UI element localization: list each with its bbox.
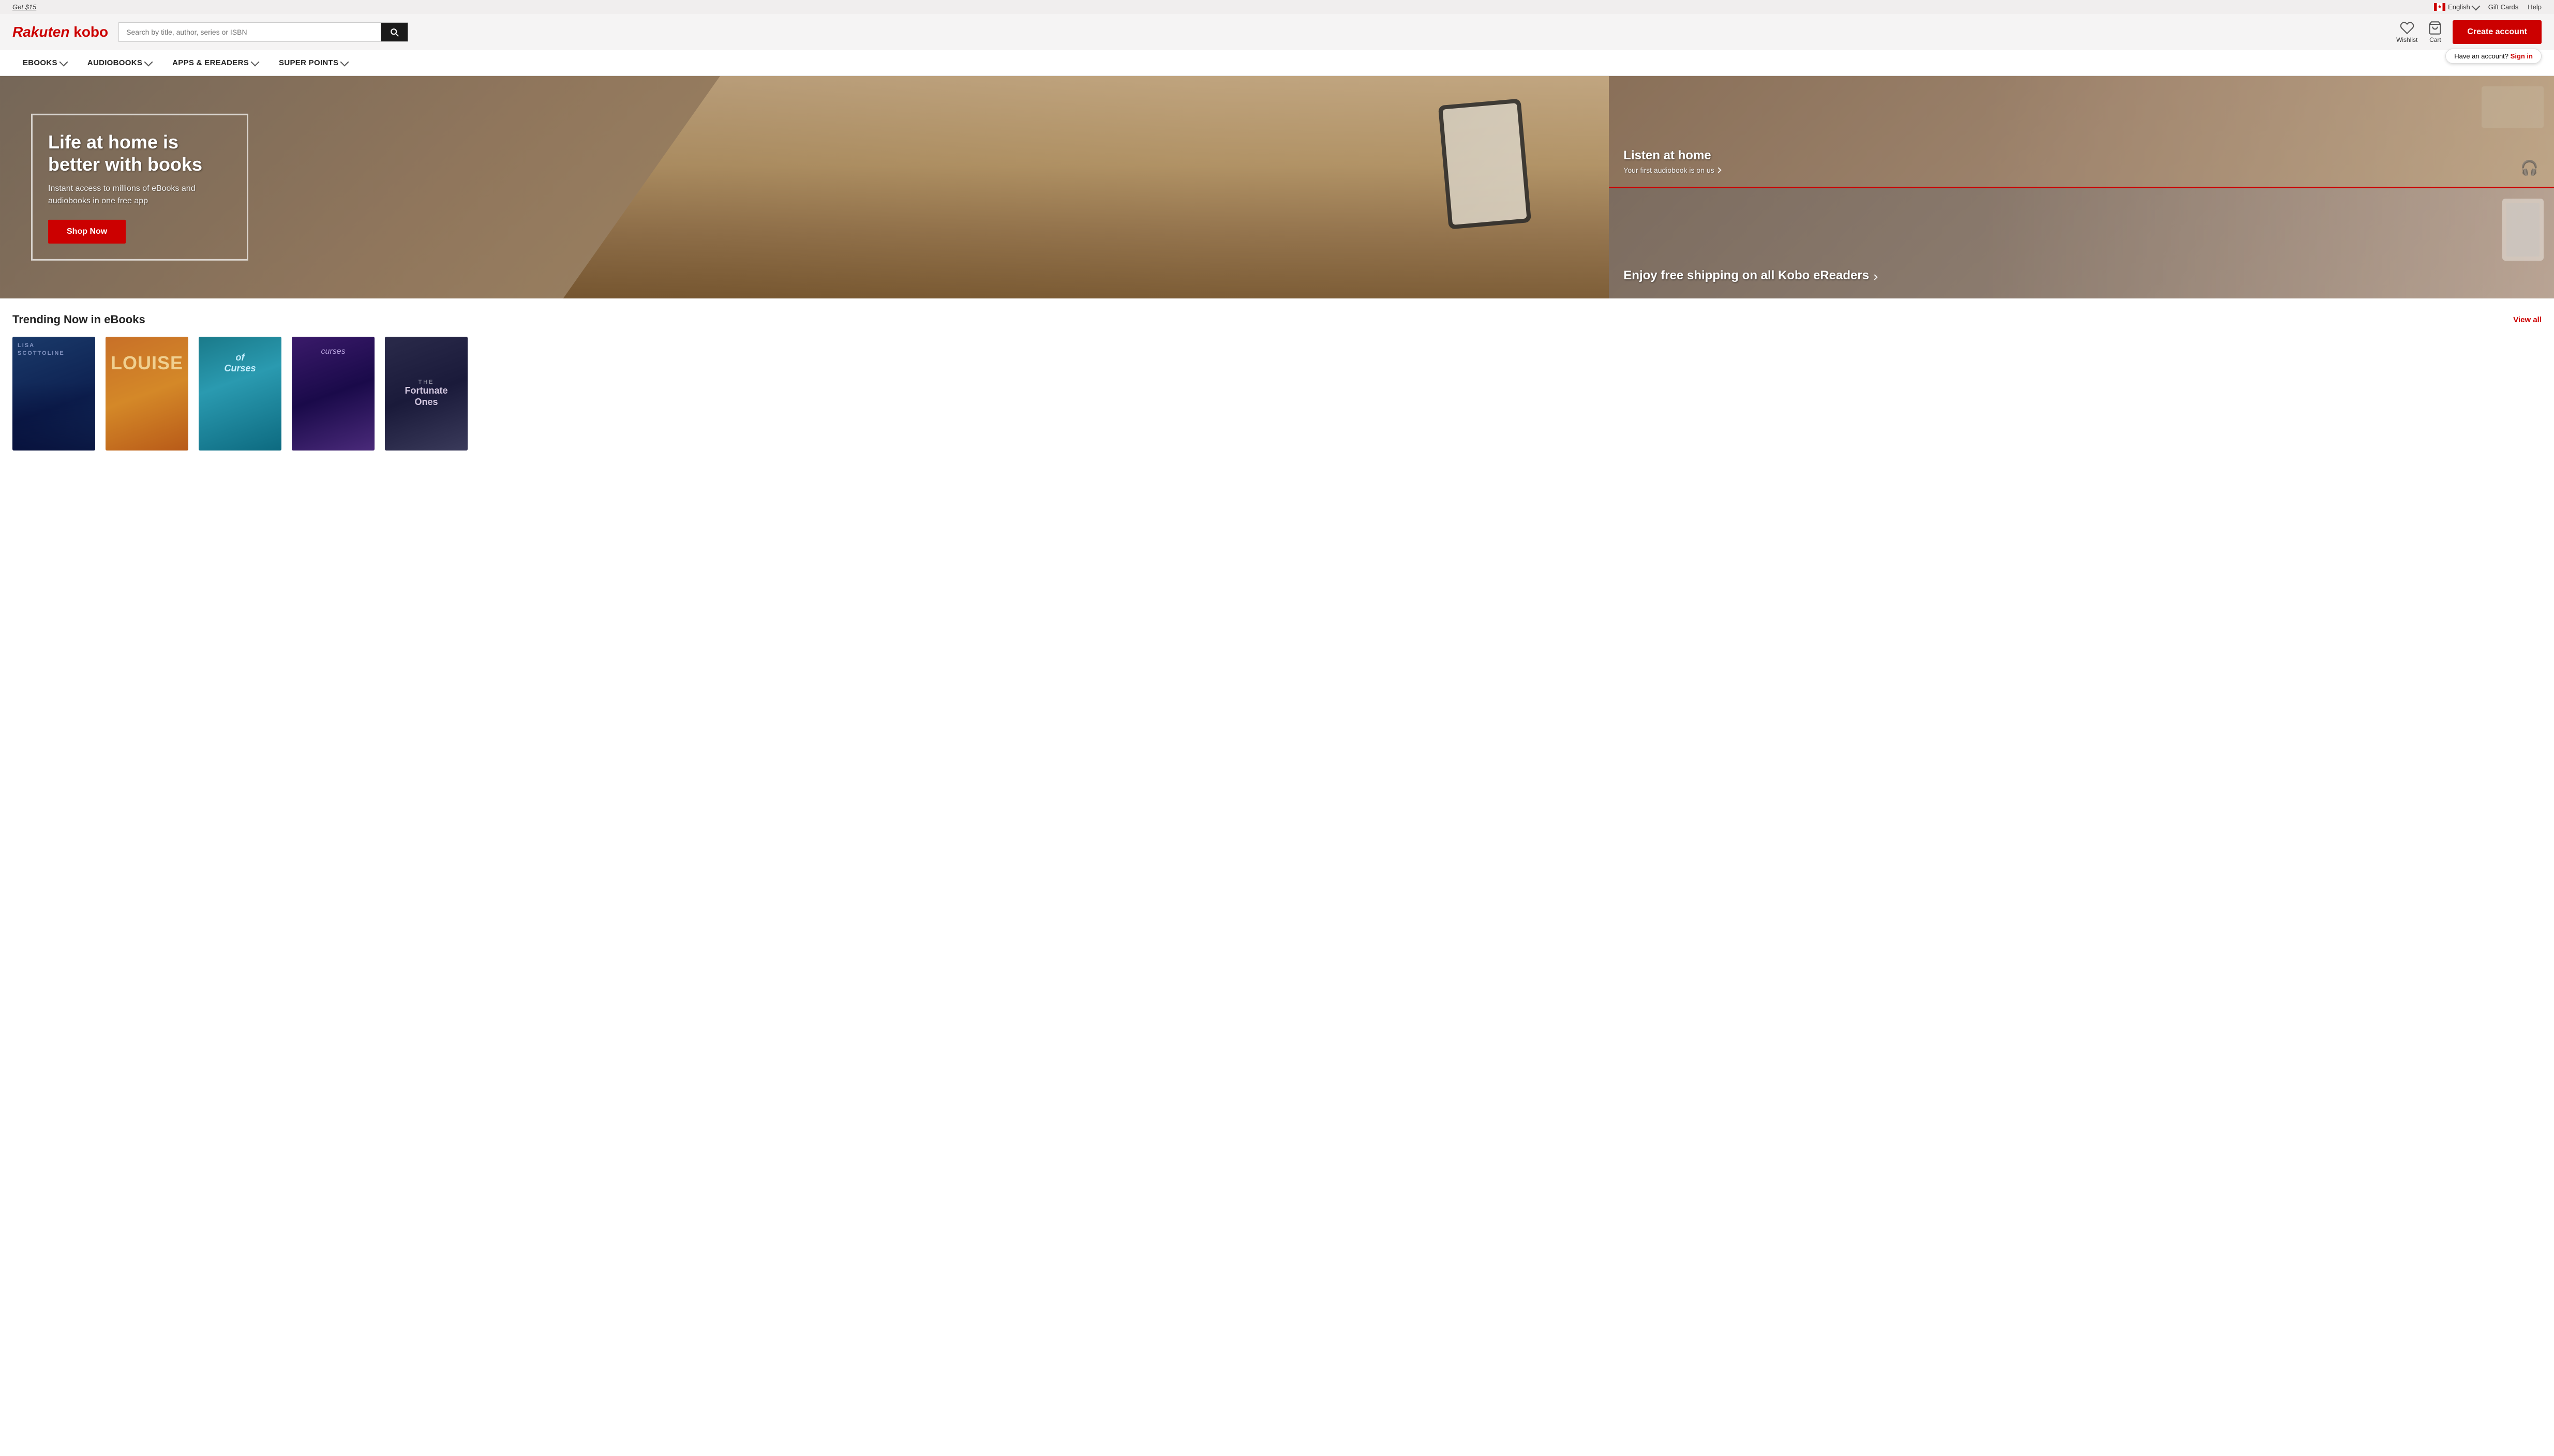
search-input[interactable] bbox=[119, 23, 381, 41]
shipping-chevron-icon bbox=[1872, 274, 1877, 280]
create-account-button[interactable]: Create account bbox=[2453, 20, 2542, 44]
heart-icon bbox=[2400, 21, 2414, 35]
wishlist-button[interactable]: Wishlist bbox=[2396, 21, 2417, 43]
logo[interactable]: Rakuten kobo bbox=[12, 24, 108, 40]
have-account-text: Have an account? bbox=[2454, 52, 2508, 60]
hero-listen-title: Listen at home bbox=[1623, 148, 1720, 163]
book-item[interactable]: ofCurses bbox=[199, 337, 281, 451]
nav-item-super-points[interactable]: SUPER POINTS bbox=[268, 50, 358, 76]
hero-title: Life at home is better with books bbox=[48, 131, 226, 175]
hero-listen-subtitle: Your first audiobook is on us bbox=[1623, 166, 1720, 174]
header: Rakuten kobo Wishlist Cart Create accou bbox=[0, 14, 2554, 50]
hero-section: Life at home is better with books Instan… bbox=[0, 76, 2554, 298]
cart-button[interactable]: Cart bbox=[2428, 21, 2442, 43]
promo-anchor[interactable]: Get $15 bbox=[12, 3, 36, 11]
search-icon bbox=[389, 27, 399, 37]
language-label: English bbox=[2448, 3, 2470, 11]
book-item[interactable]: curses bbox=[292, 337, 375, 451]
wishlist-label: Wishlist bbox=[2396, 36, 2417, 43]
hero-listen-content: Listen at home Your first audiobook is o… bbox=[1623, 148, 1720, 174]
trending-header: Trending Now in eBooks View all bbox=[12, 313, 2542, 326]
book-title-text: ofCurses bbox=[204, 352, 276, 374]
hero-shipping-content: Enjoy free shipping on all Kobo eReaders bbox=[1623, 268, 1876, 286]
book-gradient bbox=[12, 382, 95, 451]
shop-now-button[interactable]: Shop Now bbox=[48, 220, 126, 244]
hero-side-panels: 🎧 Listen at home Your first audiobook is… bbox=[1609, 76, 2554, 298]
flag-canada-icon bbox=[2434, 3, 2445, 11]
hero-tablet-screen bbox=[1443, 103, 1527, 225]
trending-title: Trending Now in eBooks bbox=[12, 313, 145, 326]
book-title-text: the FortunateOnes bbox=[385, 337, 468, 451]
navigation: eBOOKS AUDIOBOOKS APPS & eREADERS SUPER … bbox=[0, 50, 2554, 76]
nav-item-ebooks[interactable]: eBOOKS bbox=[12, 50, 77, 76]
sign-in-tooltip: Have an account? Sign in bbox=[2445, 49, 2542, 64]
headphone-icon: 🎧 bbox=[2520, 159, 2538, 176]
search-button[interactable] bbox=[381, 23, 408, 41]
apps-ereaders-chevron-icon bbox=[251, 57, 260, 66]
top-bar: Get $15 English Gift Cards Help bbox=[0, 0, 2554, 14]
language-chevron-icon bbox=[2471, 2, 2480, 10]
book-title-text: LOUISE bbox=[111, 352, 183, 374]
hero-tablet bbox=[1438, 98, 1531, 229]
super-points-chevron-icon bbox=[340, 57, 349, 66]
book-item[interactable]: the FortunateOnes bbox=[385, 337, 468, 451]
book-item[interactable]: LOUISE bbox=[106, 337, 188, 451]
cart-icon bbox=[2428, 21, 2442, 35]
hero-listen-bg bbox=[1609, 76, 2554, 187]
header-actions: Wishlist Cart Create account Have an acc… bbox=[2396, 20, 2542, 44]
hero-content-box: Life at home is better with books Instan… bbox=[31, 114, 248, 261]
hero-shipping-title: Enjoy free shipping on all Kobo eReaders bbox=[1623, 268, 1876, 283]
hero-listen-panel[interactable]: 🎧 Listen at home Your first audiobook is… bbox=[1609, 76, 2554, 188]
top-bar-right: English Gift Cards Help bbox=[2434, 3, 2542, 11]
hero-ereader-screen bbox=[2506, 203, 2540, 257]
ebooks-chevron-icon bbox=[59, 57, 68, 66]
hero-main-banner: Life at home is better with books Instan… bbox=[0, 76, 1609, 298]
trending-section: Trending Now in eBooks View all LISASCOT… bbox=[0, 298, 2554, 461]
logo-rakuten: Rakuten bbox=[12, 24, 73, 40]
gift-cards-link[interactable]: Gift Cards bbox=[2488, 3, 2519, 11]
book-title-text: curses bbox=[297, 347, 369, 356]
hero-content: Life at home is better with books Instan… bbox=[31, 114, 248, 261]
view-all-link[interactable]: View all bbox=[2513, 316, 2542, 324]
audiobooks-chevron-icon bbox=[144, 57, 153, 66]
hero-ereader-decoration bbox=[2502, 199, 2544, 261]
hero-listen-decoration bbox=[2482, 86, 2544, 128]
search-bar bbox=[118, 22, 408, 42]
books-row: LISASCOTTOLINE LOUISE ofCurses curses th… bbox=[12, 337, 2542, 451]
book-item[interactable]: LISASCOTTOLINE bbox=[12, 337, 95, 451]
book-author-text: LISASCOTTOLINE bbox=[18, 342, 65, 358]
language-selector[interactable]: English bbox=[2434, 3, 2479, 11]
hero-subtitle: Instant access to millions of eBooks and… bbox=[48, 183, 226, 207]
cart-label: Cart bbox=[2429, 36, 2441, 43]
nav-item-audiobooks[interactable]: AUDIOBOOKS bbox=[77, 50, 162, 76]
nav-item-apps-ereaders[interactable]: APPS & eREADERS bbox=[162, 50, 268, 76]
account-area: Create account Have an account? Sign in bbox=[2453, 20, 2542, 44]
hero-shipping-panel[interactable]: Enjoy free shipping on all Kobo eReaders bbox=[1609, 188, 2554, 299]
help-link[interactable]: Help bbox=[2528, 3, 2542, 11]
listen-chevron-icon bbox=[1715, 167, 1721, 173]
promo-link[interactable]: Get $15 bbox=[12, 3, 36, 11]
logo-kobo: kobo bbox=[73, 24, 108, 40]
sign-in-link[interactable]: Sign in bbox=[2511, 52, 2533, 60]
